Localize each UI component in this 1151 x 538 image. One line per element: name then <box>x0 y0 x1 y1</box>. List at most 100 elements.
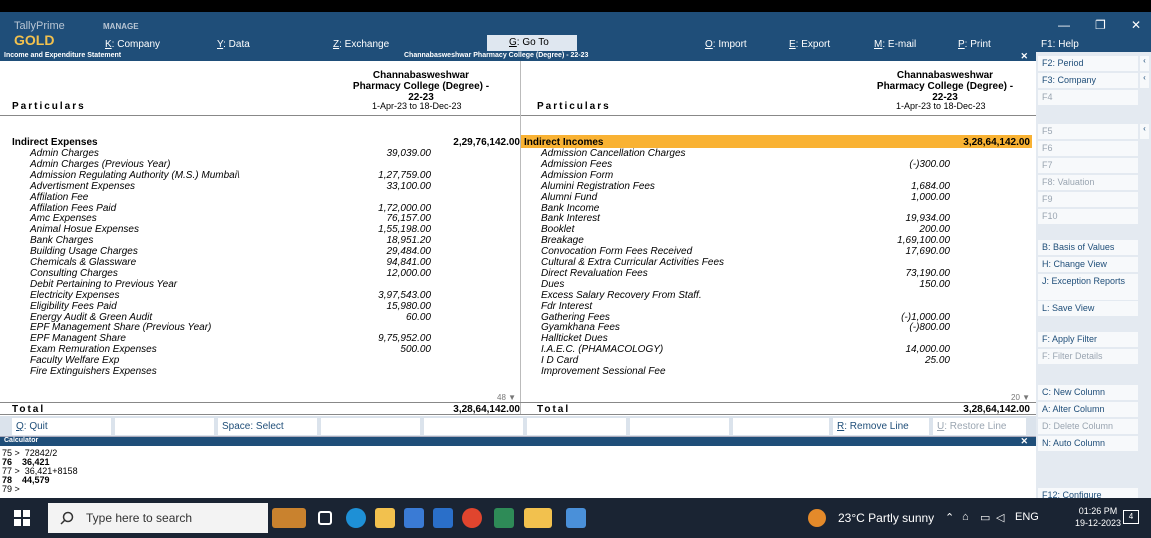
quit-button[interactable]: Q: Quit <box>12 418 111 435</box>
task-view-icon[interactable] <box>318 511 332 525</box>
sidebar-button[interactable]: F8: Valuation <box>1038 175 1138 190</box>
ledger-name[interactable]: Affilation Fees Paid <box>30 203 116 214</box>
ledger-name[interactable]: Cultural & Extra Curricular Activities F… <box>541 257 724 268</box>
ledger-name[interactable]: Admission Form <box>541 170 613 181</box>
app-window-icon[interactable] <box>566 508 586 528</box>
ledger-name[interactable]: Faculty Welfare Exp <box>30 355 119 366</box>
ledger-name[interactable]: Bank Charges <box>30 235 93 246</box>
ledger-name[interactable]: EPF Management Share (Previous Year) <box>30 322 211 333</box>
ledger-name[interactable]: Admin Charges <box>30 148 99 159</box>
ledger-name[interactable]: Dues <box>541 279 564 290</box>
sidebar-expand-icon[interactable]: ‹ <box>1140 56 1149 71</box>
notifications-icon[interactable]: 4 <box>1123 510 1139 524</box>
sidebar-button[interactable]: F6 <box>1038 141 1138 156</box>
calculator-panel[interactable]: 75 > 72842/2 76 36,421 77 > 36,421+8158 78 … <box>0 446 1036 498</box>
ledger-name[interactable]: Admission Cancellation Charges <box>541 148 686 159</box>
sidebar-button[interactable]: H: Change View <box>1038 257 1138 272</box>
sidebar-expand-icon[interactable]: ‹ <box>1140 73 1149 88</box>
language-indicator[interactable]: ENG <box>1015 511 1039 523</box>
taskbar-search-input[interactable]: Type here to search <box>48 503 268 533</box>
left-more-indicator[interactable]: 48 ▼ <box>497 393 516 402</box>
sidebar-button[interactable]: F4 <box>1038 90 1138 105</box>
ledger-name[interactable]: Building Usage Charges <box>30 246 138 257</box>
ledger-name[interactable]: Alumni Fund <box>541 192 597 203</box>
ledger-name[interactable]: Convocation Form Fees Received <box>541 246 692 257</box>
menu-help[interactable]: F1: Help <box>1041 39 1079 50</box>
sidebar-button[interactable]: C: New Column <box>1038 385 1138 400</box>
tray-chevron-icon[interactable]: ⌃ <box>945 511 954 524</box>
ledger-name[interactable]: Eligibility Fees Paid <box>30 301 117 312</box>
menu-data[interactable]: Y: Data <box>217 39 250 50</box>
ledger-name[interactable]: Gathering Fees <box>541 312 610 323</box>
sidebar-button[interactable]: A: Alter Column <box>1038 402 1138 417</box>
volume-icon[interactable]: ◁ <box>996 511 1004 524</box>
store-icon[interactable] <box>404 508 424 528</box>
edge-browser-icon[interactable] <box>346 508 366 528</box>
ledger-name[interactable]: Hallticket Dues <box>541 333 608 344</box>
chrome-icon[interactable] <box>462 508 482 528</box>
ledger-name[interactable]: Energy Audit & Green Audit <box>30 312 152 323</box>
ledger-name[interactable]: Alumini Registration Fees <box>541 181 655 192</box>
sidebar-expand-icon[interactable]: ‹ <box>1140 124 1149 139</box>
ledger-name[interactable]: I D Card <box>541 355 578 366</box>
menu-goto[interactable]: G: Go To <box>487 35 577 51</box>
menu-import[interactable]: O: Import <box>705 39 747 50</box>
ledger-name[interactable]: Admission Regulating Authority (M.S.) Mu… <box>30 170 240 181</box>
ledger-name[interactable]: Animal Hosue Expenses <box>30 224 139 235</box>
ledger-name[interactable]: Bank Interest <box>541 213 600 224</box>
remove-line-button[interactable]: R: Remove Line <box>833 418 929 435</box>
ledger-name[interactable]: Chemicals & Glassware <box>30 257 136 268</box>
sidebar-button[interactable]: F2: Period <box>1038 56 1138 71</box>
windows-start-icon[interactable] <box>14 510 30 526</box>
ledger-name[interactable]: Booklet <box>541 224 574 235</box>
ledger-name[interactable]: I.A.E.C. (PHAMACOLOGY) <box>541 344 663 355</box>
ledger-name[interactable]: EPF Managent Share <box>30 333 126 344</box>
ledger-name[interactable]: Direct Revaluation Fees <box>541 268 648 279</box>
taskbar-clock[interactable]: 01:26 PM 19-12-2023 <box>1075 505 1121 529</box>
group-indirect-expenses[interactable]: Indirect Expenses <box>12 137 98 148</box>
menu-exchange[interactable]: Z: Exchange <box>333 39 389 50</box>
sidebar-button[interactable]: B: Basis of Values <box>1038 240 1138 255</box>
mail-icon[interactable] <box>433 508 453 528</box>
sidebar-button[interactable]: F9 <box>1038 192 1138 207</box>
close-icon[interactable]: ✕ <box>1131 18 1141 32</box>
sidebar-button[interactable]: F3: Company <box>1038 73 1138 88</box>
menu-print[interactable]: P: Print <box>958 39 991 50</box>
sidebar-button[interactable]: L: Save View <box>1038 301 1138 316</box>
ledger-name[interactable]: Improvement Sessional Fee <box>541 366 666 377</box>
sidebar-button[interactable]: J: Exception Reports <box>1038 274 1138 300</box>
ledger-name[interactable]: Excess Salary Recovery From Staff. <box>541 290 702 301</box>
ledger-name[interactable]: Bank Income <box>541 203 599 214</box>
sidebar-button[interactable]: F: Filter Details <box>1038 349 1138 364</box>
sidebar-button[interactable]: N: Auto Column <box>1038 436 1138 451</box>
menu-export[interactable]: E: Export <box>789 39 830 50</box>
minimize-icon[interactable]: — <box>1058 18 1070 32</box>
excel-icon[interactable] <box>494 508 514 528</box>
ledger-name[interactable]: Admin Charges (Previous Year) <box>30 159 170 170</box>
network-icon[interactable]: ⌂ <box>962 511 969 523</box>
sidebar-button[interactable]: F10 <box>1038 209 1138 224</box>
select-button[interactable]: Space: Select <box>218 418 317 435</box>
sidebar-button[interactable]: F7 <box>1038 158 1138 173</box>
sidebar-button[interactable]: F5 <box>1038 124 1138 139</box>
ledger-name[interactable]: Affilation Fee <box>30 192 88 203</box>
ledger-name[interactable]: Breakage <box>541 235 584 246</box>
restore-line-button[interactable]: U: Restore Line <box>933 418 1026 435</box>
ledger-name[interactable]: Amc Expenses <box>30 213 97 224</box>
ledger-name[interactable]: Admission Fees <box>541 159 612 170</box>
sidebar-button[interactable]: F: Apply Filter <box>1038 332 1138 347</box>
ledger-name[interactable]: Fdr Interest <box>541 301 592 312</box>
file-explorer-icon[interactable] <box>375 508 395 528</box>
maximize-icon[interactable]: ❐ <box>1095 18 1106 32</box>
ledger-name[interactable]: Exam Remuration Expenses <box>30 344 157 355</box>
right-more-indicator[interactable]: 20 ▼ <box>1011 393 1030 402</box>
ledger-name[interactable]: Consulting Charges <box>30 268 118 279</box>
display-icon[interactable]: ▭ <box>980 511 990 524</box>
ledger-name[interactable]: Gyamkhana Fees <box>541 322 620 333</box>
sidebar-button[interactable]: D: Delete Column <box>1038 419 1138 434</box>
ledger-name[interactable]: Advertisment Expenses <box>30 181 135 192</box>
ledger-name[interactable]: Fire Extinguishers Expenses <box>30 366 157 377</box>
weather-text[interactable]: 23°C Partly sunny <box>838 511 934 525</box>
ledger-name[interactable]: Debit Pertaining to Previous Year <box>30 279 177 290</box>
ledger-name[interactable]: Electricity Expenses <box>30 290 119 301</box>
